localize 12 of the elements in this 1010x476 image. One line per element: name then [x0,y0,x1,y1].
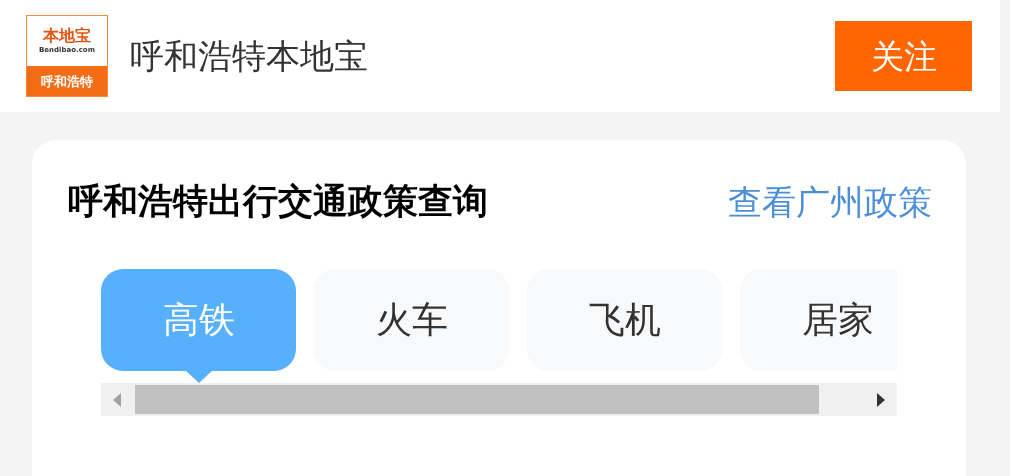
scroll-thumb[interactable] [135,385,819,414]
scroll-left-icon[interactable] [113,392,121,407]
logo-brand: 本地宝 [43,28,91,44]
site-title: 呼和浩特本地宝 [130,39,368,73]
scroll-right-icon[interactable] [877,392,885,407]
transport-tab[interactable]: 居家 [740,269,897,371]
logo-city: 呼和浩特 [41,74,93,88]
transport-tab[interactable]: 火车 [314,269,509,371]
scrollbar[interactable] [101,383,897,416]
card-title: 呼和浩特出行交通政策查询 [68,184,488,219]
transport-tab[interactable]: 飞机 [527,269,722,371]
pointer-icon [185,370,213,383]
